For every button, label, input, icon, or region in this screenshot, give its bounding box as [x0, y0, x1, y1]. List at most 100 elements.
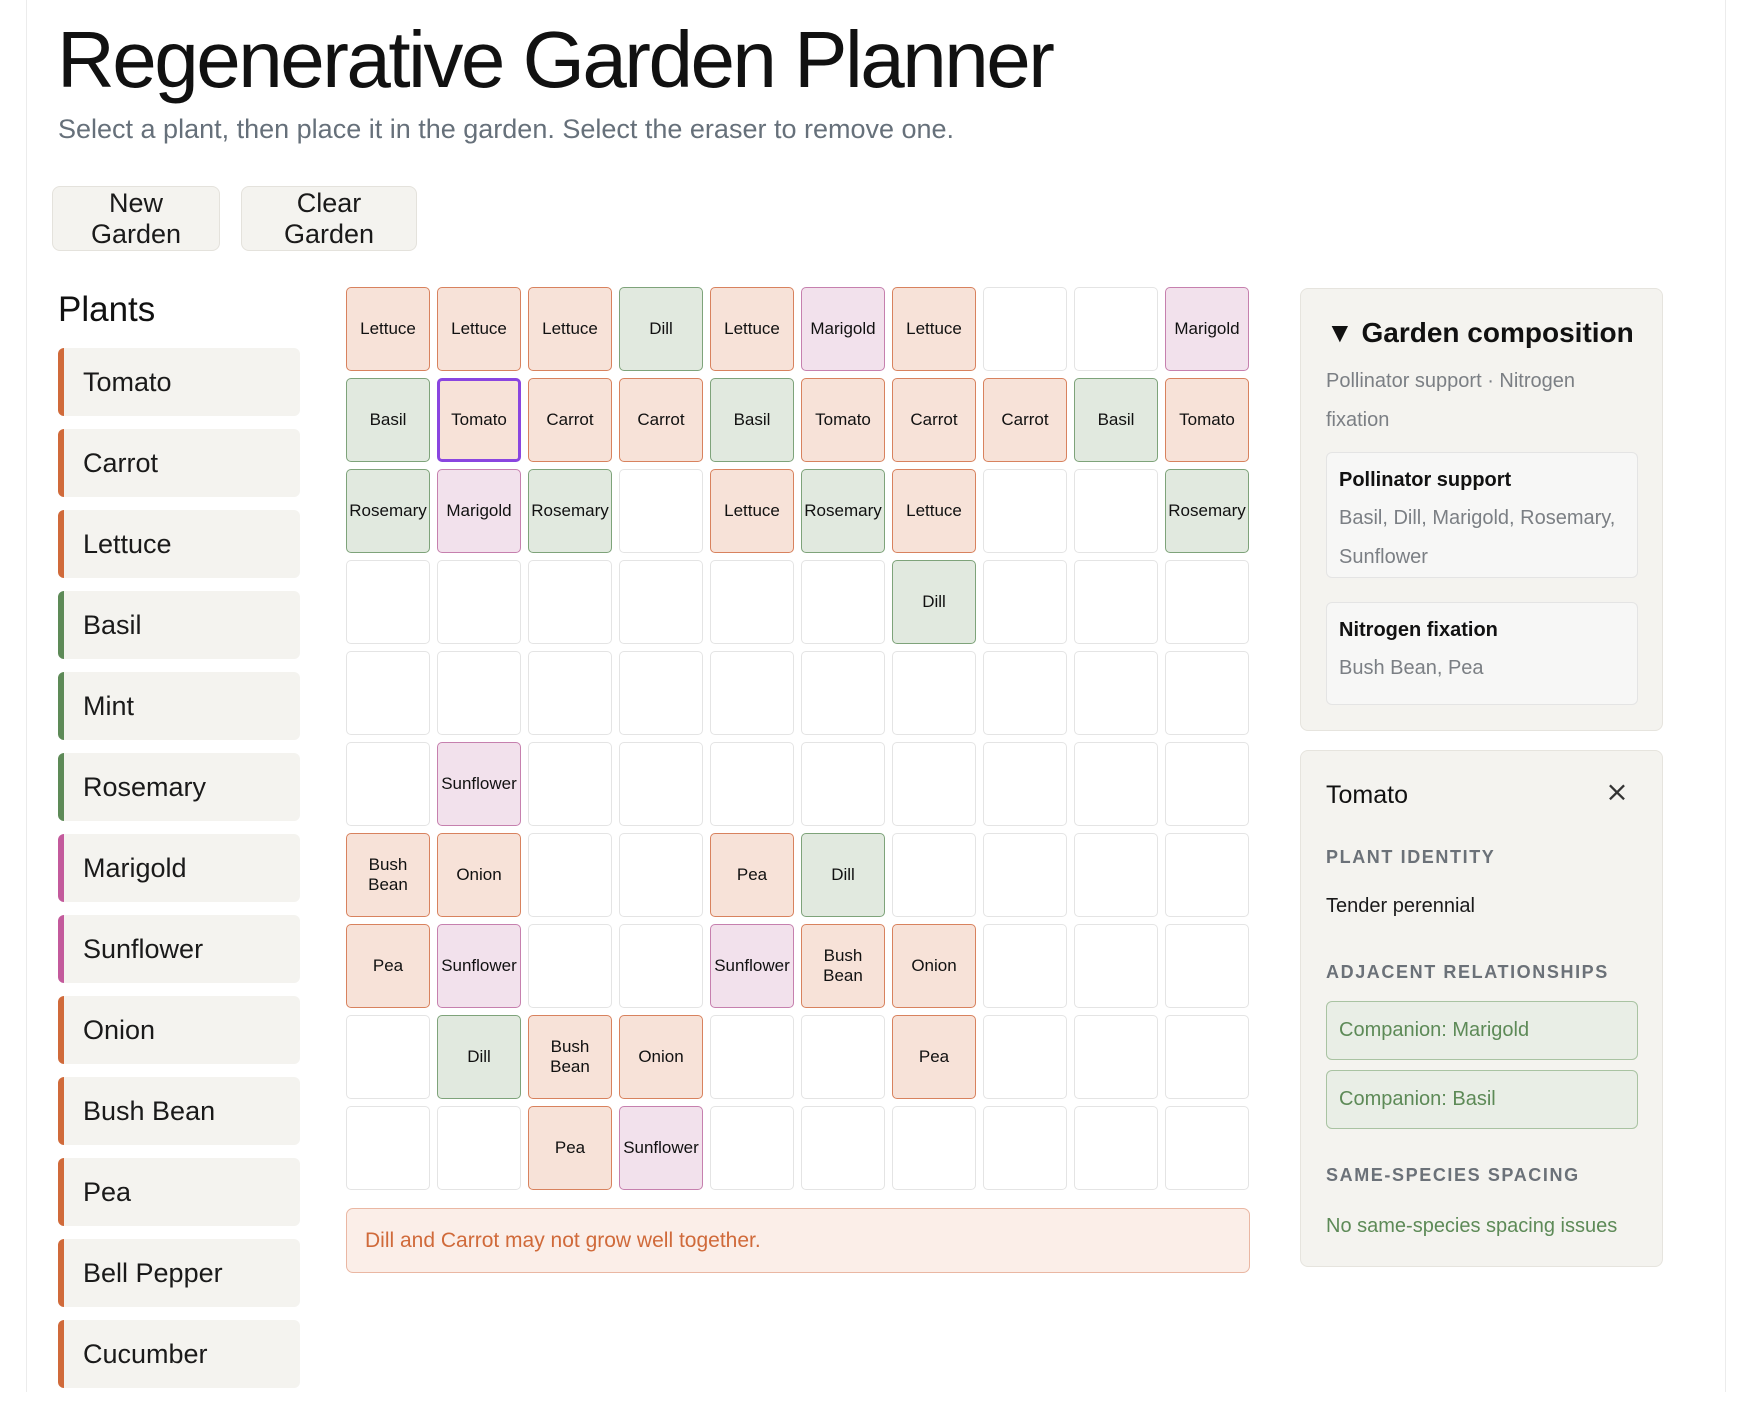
garden-cell[interactable]: Tomato	[801, 378, 885, 462]
garden-cell[interactable]: Lettuce	[437, 287, 521, 371]
garden-cell-empty[interactable]	[983, 287, 1067, 371]
garden-cell-empty[interactable]	[437, 1106, 521, 1190]
garden-cell[interactable]: Onion	[619, 1015, 703, 1099]
garden-cell-empty[interactable]	[1165, 924, 1249, 1008]
garden-cell[interactable]: Bush Bean	[801, 924, 885, 1008]
garden-cell[interactable]: Pea	[892, 1015, 976, 1099]
garden-cell-empty[interactable]	[983, 924, 1067, 1008]
garden-cell-empty[interactable]	[1074, 1106, 1158, 1190]
garden-cell[interactable]: Dill	[619, 287, 703, 371]
garden-cell-empty[interactable]	[983, 742, 1067, 826]
close-icon[interactable]: ×	[1604, 778, 1630, 806]
garden-cell[interactable]: Onion	[437, 833, 521, 917]
garden-cell[interactable]: Carrot	[892, 378, 976, 462]
garden-cell[interactable]: Pea	[346, 924, 430, 1008]
garden-cell-empty[interactable]	[801, 1015, 885, 1099]
garden-cell[interactable]: Lettuce	[528, 287, 612, 371]
garden-cell-empty[interactable]	[892, 1106, 976, 1190]
garden-cell[interactable]: Basil	[346, 378, 430, 462]
clear-garden-button[interactable]: Clear Garden	[241, 186, 417, 251]
plant-item-tomato[interactable]: Tomato	[58, 348, 300, 416]
garden-cell-empty[interactable]	[983, 1106, 1067, 1190]
composition-toggle[interactable]: ▼ Garden composition	[1326, 317, 1634, 349]
plant-item-cucumber[interactable]: Cucumber	[58, 1320, 300, 1388]
plant-item-pea[interactable]: Pea	[58, 1158, 300, 1226]
garden-cell[interactable]: Tomato	[1165, 378, 1249, 462]
garden-cell-empty[interactable]	[892, 742, 976, 826]
garden-cell-empty[interactable]	[983, 469, 1067, 553]
garden-cell[interactable]: Pea	[528, 1106, 612, 1190]
garden-cell-empty[interactable]	[892, 833, 976, 917]
garden-cell-empty[interactable]	[1074, 742, 1158, 826]
garden-cell-empty[interactable]	[528, 833, 612, 917]
garden-cell[interactable]: Marigold	[437, 469, 521, 553]
garden-cell-empty[interactable]	[1165, 1106, 1249, 1190]
garden-cell[interactable]: Basil	[710, 378, 794, 462]
garden-cell-empty[interactable]	[1074, 560, 1158, 644]
garden-cell-empty[interactable]	[619, 833, 703, 917]
garden-cell[interactable]: Rosemary	[801, 469, 885, 553]
garden-cell[interactable]: Rosemary	[528, 469, 612, 553]
garden-cell[interactable]: Carrot	[619, 378, 703, 462]
garden-cell[interactable]: Dill	[801, 833, 885, 917]
garden-cell-empty[interactable]	[528, 742, 612, 826]
garden-cell[interactable]: Sunflower	[710, 924, 794, 1008]
plant-item-marigold[interactable]: Marigold	[58, 834, 300, 902]
garden-cell[interactable]: Onion	[892, 924, 976, 1008]
garden-cell[interactable]: Dill	[437, 1015, 521, 1099]
garden-cell-empty[interactable]	[1074, 924, 1158, 1008]
garden-cell-empty[interactable]	[528, 560, 612, 644]
garden-cell-empty[interactable]	[528, 651, 612, 735]
garden-cell-empty[interactable]	[710, 1015, 794, 1099]
garden-cell[interactable]: Lettuce	[892, 469, 976, 553]
garden-cell-empty[interactable]	[346, 560, 430, 644]
garden-cell-empty[interactable]	[983, 1015, 1067, 1099]
garden-cell-empty[interactable]	[710, 1106, 794, 1190]
garden-cell-empty[interactable]	[983, 833, 1067, 917]
garden-cell-empty[interactable]	[801, 651, 885, 735]
garden-cell[interactable]: Basil	[1074, 378, 1158, 462]
garden-cell-empty[interactable]	[1165, 1015, 1249, 1099]
garden-cell-empty[interactable]	[1165, 651, 1249, 735]
plant-item-mint[interactable]: Mint	[58, 672, 300, 740]
new-garden-button[interactable]: New Garden	[52, 186, 220, 251]
garden-cell[interactable]: Bush Bean	[346, 833, 430, 917]
garden-cell-empty[interactable]	[801, 742, 885, 826]
garden-cell[interactable]: Sunflower	[619, 1106, 703, 1190]
garden-cell[interactable]: Lettuce	[892, 287, 976, 371]
garden-cell-empty[interactable]	[619, 469, 703, 553]
plant-item-lettuce[interactable]: Lettuce	[58, 510, 300, 578]
garden-cell-empty[interactable]	[983, 651, 1067, 735]
garden-cell-empty[interactable]	[710, 742, 794, 826]
plant-item-basil[interactable]: Basil	[58, 591, 300, 659]
garden-cell[interactable]: Sunflower	[437, 924, 521, 1008]
garden-cell-empty[interactable]	[619, 651, 703, 735]
garden-cell-empty[interactable]	[346, 651, 430, 735]
plant-item-bell-pepper[interactable]: Bell Pepper	[58, 1239, 300, 1307]
garden-cell[interactable]: Marigold	[1165, 287, 1249, 371]
garden-cell-empty[interactable]	[619, 742, 703, 826]
garden-cell[interactable]: Rosemary	[1165, 469, 1249, 553]
garden-cell-empty[interactable]	[1074, 833, 1158, 917]
garden-cell[interactable]: Lettuce	[346, 287, 430, 371]
plant-item-sunflower[interactable]: Sunflower	[58, 915, 300, 983]
garden-cell[interactable]: Rosemary	[346, 469, 430, 553]
garden-cell-empty[interactable]	[801, 560, 885, 644]
garden-cell-empty[interactable]	[1165, 742, 1249, 826]
garden-cell-empty[interactable]	[528, 924, 612, 1008]
plant-item-onion[interactable]: Onion	[58, 996, 300, 1064]
garden-cell-empty[interactable]	[1165, 560, 1249, 644]
garden-cell[interactable]: Pea	[710, 833, 794, 917]
garden-cell-empty[interactable]	[1074, 469, 1158, 553]
garden-cell-empty[interactable]	[346, 742, 430, 826]
garden-cell-empty[interactable]	[1074, 651, 1158, 735]
garden-cell-empty[interactable]	[1074, 287, 1158, 371]
garden-cell[interactable]: Carrot	[983, 378, 1067, 462]
garden-cell-empty[interactable]	[710, 560, 794, 644]
garden-cell[interactable]: Carrot	[528, 378, 612, 462]
garden-cell-empty[interactable]	[437, 651, 521, 735]
garden-cell[interactable]: Dill	[892, 560, 976, 644]
plant-item-bush-bean[interactable]: Bush Bean	[58, 1077, 300, 1145]
garden-cell-empty[interactable]	[710, 651, 794, 735]
garden-cell[interactable]: Lettuce	[710, 287, 794, 371]
